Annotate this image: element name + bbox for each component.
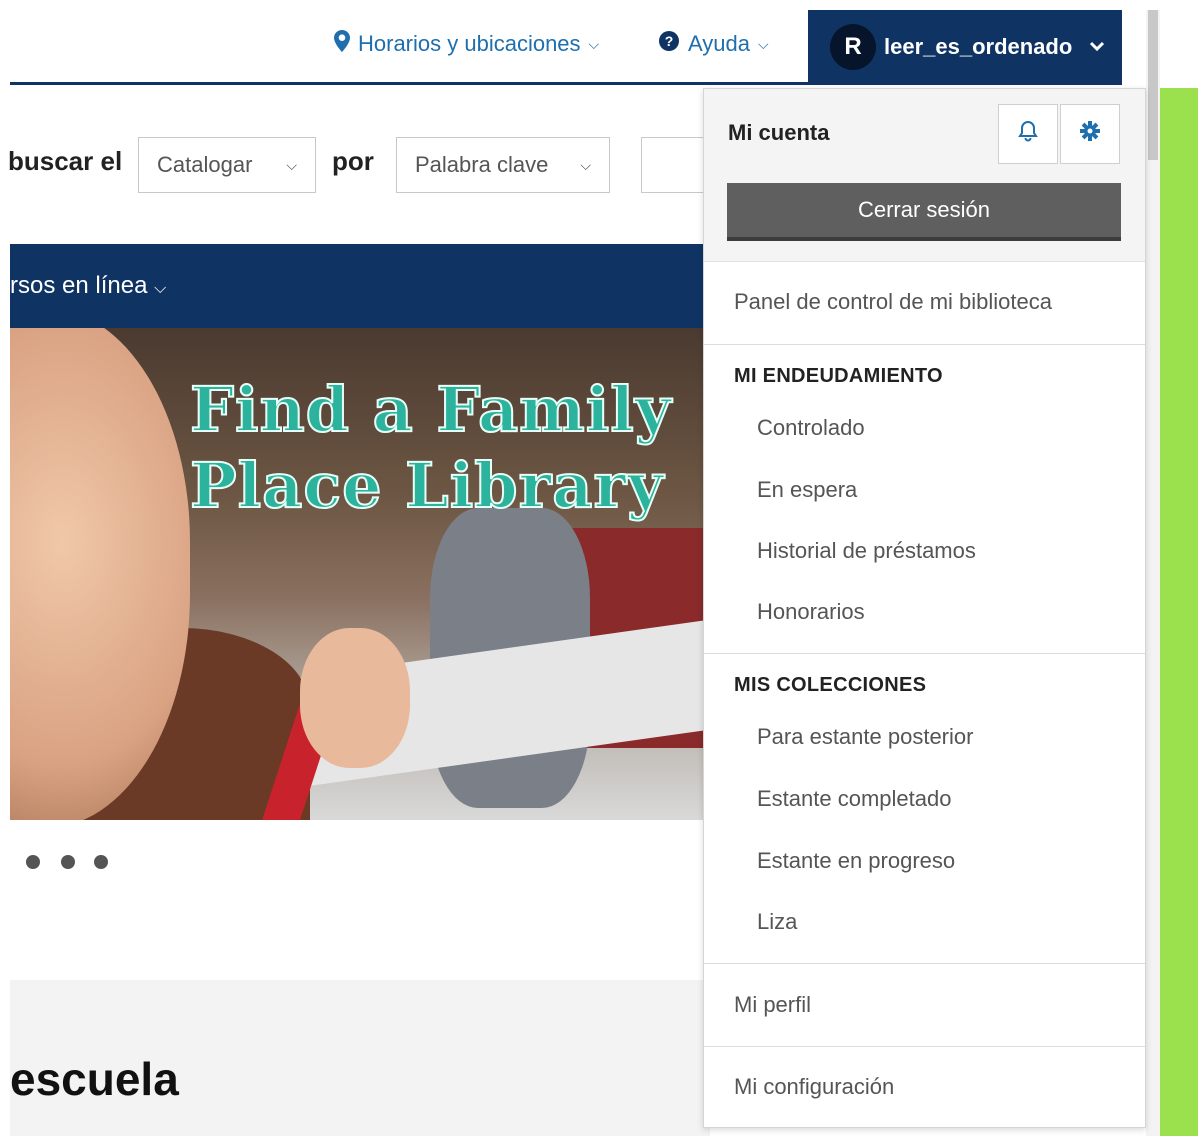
help-menu[interactable]: ? Ayuda ⌵: [658, 30, 769, 58]
chevron-down-icon: ⌵: [154, 280, 167, 297]
carousel-dot[interactable]: [94, 855, 108, 869]
account-title: Mi cuenta: [728, 120, 830, 145]
menu-item-lists[interactable]: Liza: [757, 909, 797, 935]
svg-text:?: ?: [665, 33, 674, 49]
menu-item-checked-out[interactable]: Controlado: [757, 415, 865, 441]
menu-item-settings[interactable]: Mi configuración: [734, 1074, 894, 1100]
menu-item-shelf-for-later[interactable]: Para estante posterior: [757, 724, 973, 750]
menu-item-dashboard[interactable]: Panel de control de mi biblioteca: [734, 289, 1052, 315]
search-type-value: Palabra clave: [415, 152, 549, 177]
menu-item-shelf-in-progress[interactable]: Estante en progreso: [757, 848, 955, 874]
settings-button[interactable]: [1060, 104, 1120, 164]
notifications-button[interactable]: [998, 104, 1058, 164]
section-collections: MIS COLECCIONES: [734, 674, 927, 696]
nav-item-online-resources[interactable]: rsos en línea ⌵: [10, 272, 166, 300]
gear-icon: [1080, 121, 1100, 147]
carousel-dot[interactable]: [26, 855, 40, 869]
section-heading: escuela: [10, 1053, 179, 1105]
nav-item-label: rsos en línea: [10, 272, 148, 299]
divider: [704, 963, 1145, 964]
menu-item-loan-history[interactable]: Historial de préstamos: [757, 538, 976, 564]
locations-menu[interactable]: Horarios y ubicaciones ⌵: [334, 30, 599, 58]
username: leer_es_ordenado: [884, 34, 1073, 59]
main-nav: rsos en línea ⌵: [10, 244, 710, 328]
hero-title-line1: Find a Family: [189, 372, 672, 447]
hero-title-line2: Place Library: [189, 448, 665, 523]
bell-icon: [1018, 120, 1038, 148]
search-type-select[interactable]: Palabra clave ⌵: [396, 137, 610, 193]
account-dropdown-header: Mi cuenta Cerrar sesión: [704, 89, 1145, 262]
avatar: R: [830, 24, 876, 70]
search-label: buscar el: [8, 146, 123, 176]
accent-strip: [1160, 88, 1198, 1136]
hero-title: Find a Family Place Library: [189, 372, 672, 524]
divider: [704, 1046, 1145, 1047]
scrollbar[interactable]: [1146, 10, 1160, 1136]
map-marker-icon: [334, 30, 350, 58]
menu-item-holds[interactable]: En espera: [757, 477, 857, 503]
help-circle-icon: ?: [658, 30, 680, 58]
search-by-label: por: [332, 146, 374, 176]
chevron-down-icon: ⌵: [286, 156, 297, 173]
account-menu-button[interactable]: R leer_es_ordenado: [808, 10, 1122, 84]
carousel-dot[interactable]: [61, 855, 75, 869]
logout-button[interactable]: Cerrar sesión: [727, 183, 1121, 241]
search-scope-value: Catalogar: [157, 152, 253, 177]
chevron-down-icon: ⌵: [757, 35, 769, 52]
divider: [704, 653, 1145, 654]
help-label: Ayuda: [688, 31, 750, 56]
chevron-down-icon: ⌵: [580, 156, 591, 173]
chevron-down-icon: [1090, 38, 1105, 56]
chevron-down-icon: ⌵: [588, 35, 600, 52]
locations-label: Horarios y ubicaciones: [358, 31, 581, 56]
menu-item-fees[interactable]: Honorarios: [757, 599, 865, 625]
search-scope-select[interactable]: Catalogar ⌵: [138, 137, 316, 193]
menu-item-profile[interactable]: Mi perfil: [734, 992, 811, 1018]
divider: [704, 344, 1145, 345]
section-borrowing: MI ENDEUDAMIENTO: [734, 365, 943, 387]
menu-item-shelf-completed[interactable]: Estante completado: [757, 786, 951, 812]
hero-banner[interactable]: Find a Family Place Library: [10, 328, 710, 820]
scrollbar-thumb[interactable]: [1148, 10, 1158, 160]
account-dropdown: Mi cuenta Cerrar sesión Panel de control…: [703, 88, 1146, 1128]
hero-hand: [300, 628, 410, 768]
search-input[interactable]: [641, 137, 711, 193]
